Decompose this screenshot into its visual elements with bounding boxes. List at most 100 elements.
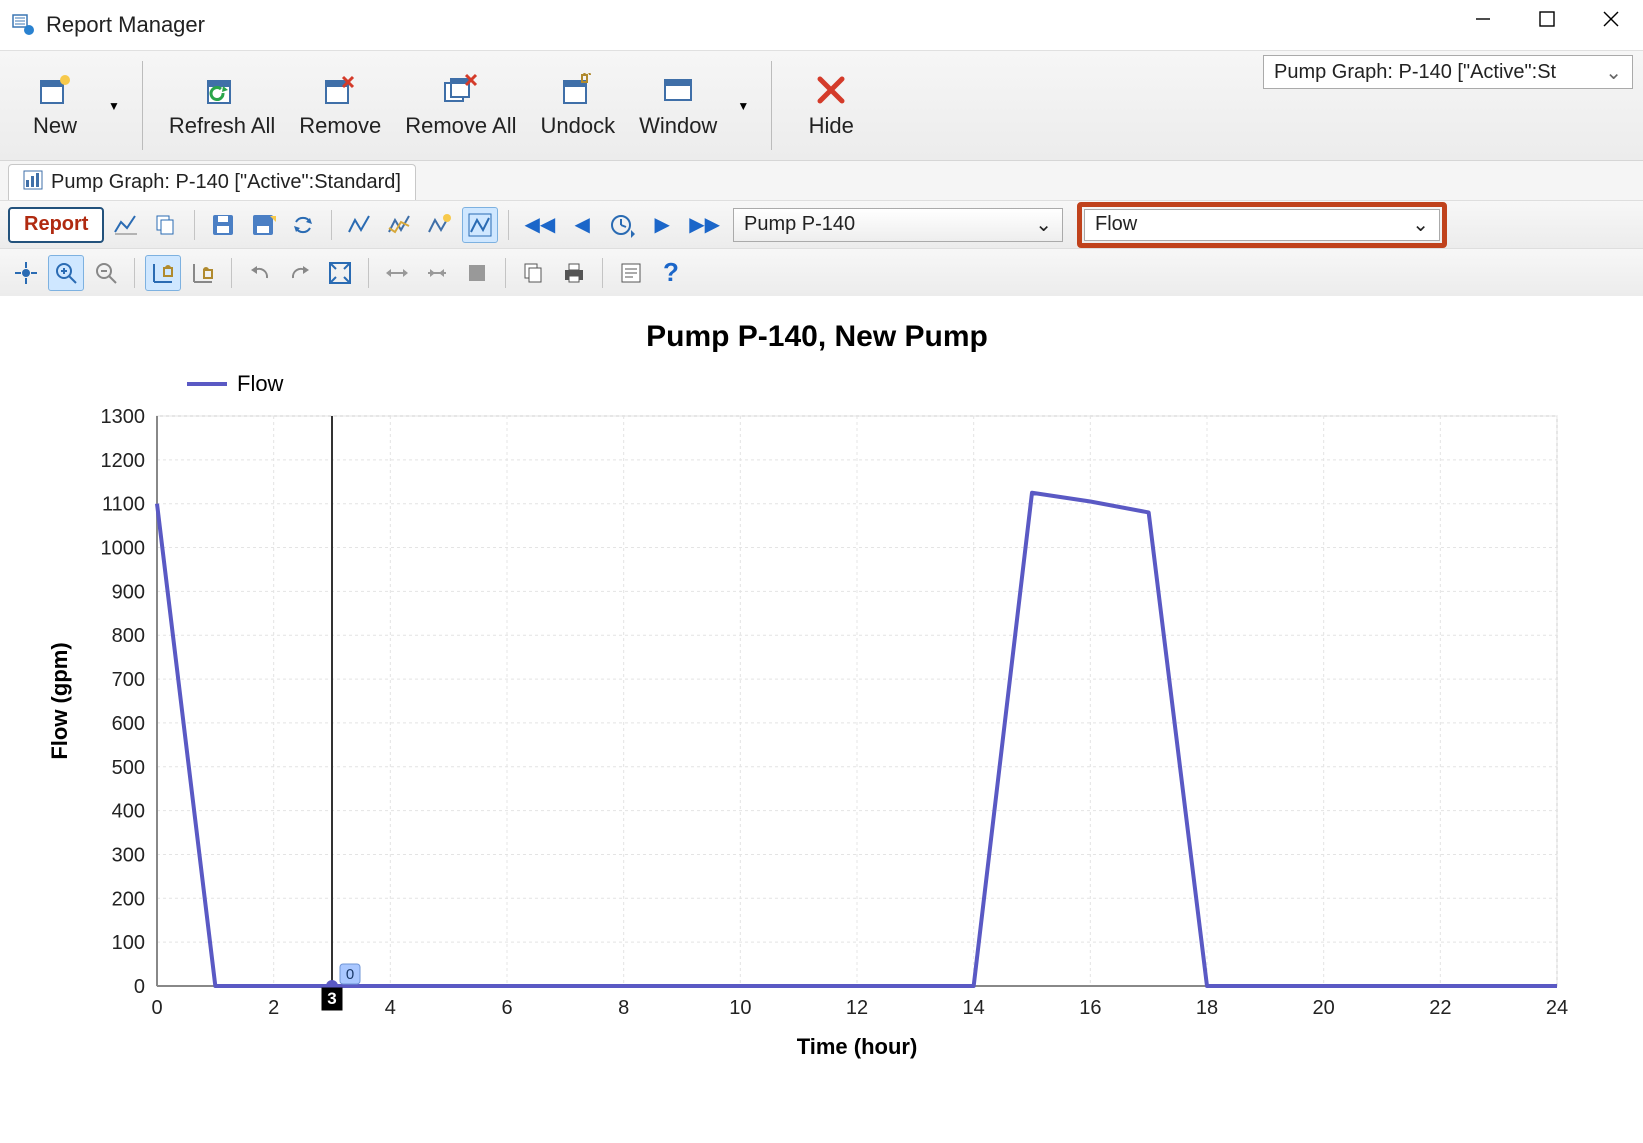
main-toolbar: New ▼ Refresh All Remove Remove All Undo… <box>0 50 1643 160</box>
undock-button[interactable]: Undock <box>528 51 627 160</box>
open-chart-icon[interactable] <box>245 207 281 243</box>
save-chart-icon[interactable] <box>205 207 241 243</box>
window-button-group: Window ▼ <box>627 51 757 160</box>
x-tick: 6 <box>501 997 512 1019</box>
close-button[interactable] <box>1579 0 1643 38</box>
x-tick: 22 <box>1429 997 1451 1019</box>
axis-lock-icon[interactable] <box>145 255 181 291</box>
window-controls <box>1451 0 1643 38</box>
view-selector[interactable]: Pump Graph: P-140 ["Active":St ⌄ <box>1263 55 1633 89</box>
x-tick: 10 <box>729 997 751 1019</box>
toolbar-separator <box>134 258 135 288</box>
fit-icon[interactable] <box>322 255 358 291</box>
x-tick: 8 <box>618 997 629 1019</box>
minimize-button[interactable] <box>1451 0 1515 38</box>
x-tick: 20 <box>1312 997 1334 1019</box>
window-label: Window <box>639 113 717 139</box>
view-selector-label: Pump Graph: P-140 ["Active":St <box>1274 61 1556 84</box>
axis-unlock-icon[interactable] <box>185 255 221 291</box>
parameter-selector-label: Flow <box>1095 213 1137 236</box>
zoom-in-icon[interactable] <box>48 255 84 291</box>
y-tick: 1200 <box>100 450 145 472</box>
y-tick: 0 <box>133 976 144 998</box>
chevron-down-icon: ⌄ <box>1412 212 1429 237</box>
series-4-icon[interactable] <box>462 207 498 243</box>
remove-all-button[interactable]: Remove All <box>393 51 528 160</box>
series-3-icon[interactable] <box>422 207 458 243</box>
x-tick: 24 <box>1545 997 1567 1019</box>
collapse-h-icon[interactable] <box>419 255 455 291</box>
svg-text:3: 3 <box>327 989 336 1008</box>
nav-next-icon[interactable]: ▶ <box>644 207 680 243</box>
nav-prev-icon[interactable]: ◀ <box>564 207 600 243</box>
new-button[interactable]: New <box>10 67 100 145</box>
chart-title: Pump P-140, New Pump <box>646 320 988 353</box>
toolbar-separator <box>331 210 332 240</box>
chevron-down-icon[interactable]: ▼ <box>100 99 128 113</box>
pump-selector-label: Pump P-140 <box>744 213 855 236</box>
graph-toolbar-2: ? <box>0 248 1643 296</box>
toolbar-separator <box>508 210 509 240</box>
svg-text:0: 0 <box>345 966 353 983</box>
hide-label: Hide <box>809 113 854 139</box>
nav-time-icon[interactable] <box>604 207 640 243</box>
nav-first-icon[interactable]: ◀◀ <box>519 207 560 243</box>
y-tick: 800 <box>111 625 144 647</box>
chevron-down-icon: ⌄ <box>1035 212 1052 237</box>
y-tick: 300 <box>111 844 144 866</box>
help-icon[interactable]: ? <box>653 255 689 291</box>
x-tick: 2 <box>268 997 279 1019</box>
toolbar-separator <box>142 61 143 150</box>
print-icon[interactable] <box>556 255 592 291</box>
flow-chart[interactable]: Pump P-140, New PumpFlow0246810121416182… <box>37 306 1597 1066</box>
refresh-all-button[interactable]: Refresh All <box>157 51 287 160</box>
parameter-selector-highlight: Flow ⌄ <box>1077 202 1447 248</box>
x-tick: 18 <box>1195 997 1217 1019</box>
y-tick: 500 <box>111 757 144 779</box>
parameter-selector[interactable]: Flow ⌄ <box>1084 209 1440 241</box>
x-tick: 16 <box>1079 997 1101 1019</box>
chevron-down-icon[interactable]: ▼ <box>729 99 757 113</box>
redo-icon[interactable] <box>282 255 318 291</box>
pan-icon[interactable] <box>8 255 44 291</box>
expand-h-icon[interactable] <box>379 255 415 291</box>
chart-type-icon[interactable] <box>108 207 144 243</box>
hide-button[interactable]: Hide <box>786 51 876 160</box>
y-tick: 100 <box>111 932 144 954</box>
chart-tab-icon <box>23 170 43 196</box>
y-tick: 900 <box>111 581 144 603</box>
zoom-out-icon[interactable] <box>88 255 124 291</box>
pump-selector[interactable]: Pump P-140 ⌄ <box>733 208 1063 242</box>
toolbar-separator <box>368 258 369 288</box>
remove-all-label: Remove All <box>405 113 516 139</box>
report-button[interactable]: Report <box>8 207 104 243</box>
undock-label: Undock <box>540 113 615 139</box>
properties-icon[interactable] <box>613 255 649 291</box>
copy-chart-icon[interactable] <box>148 207 184 243</box>
x-axis-label: Time (hour) <box>796 1034 917 1059</box>
undo-icon[interactable] <box>242 255 278 291</box>
report-label: Report <box>24 213 88 236</box>
y-tick: 600 <box>111 713 144 735</box>
chart-area: Pump P-140, New PumpFlow0246810121416182… <box>0 296 1643 1076</box>
sync-icon[interactable] <box>285 207 321 243</box>
nav-last-icon[interactable]: ▶▶ <box>684 207 725 243</box>
refresh-all-label: Refresh All <box>169 113 275 139</box>
series-1-icon[interactable] <box>342 207 378 243</box>
stop-icon[interactable] <box>459 255 495 291</box>
new-button-label: New <box>33 113 77 139</box>
x-tick: 14 <box>962 997 984 1019</box>
copy-icon[interactable] <box>516 255 552 291</box>
window-title: Report Manager <box>46 12 205 38</box>
toolbar-separator <box>231 258 232 288</box>
chevron-down-icon: ⌄ <box>1605 60 1622 85</box>
tab-pump-graph[interactable]: Pump Graph: P-140 ["Active":Standard] <box>8 164 416 200</box>
x-tick: 12 <box>845 997 867 1019</box>
y-tick: 400 <box>111 801 144 823</box>
maximize-button[interactable] <box>1515 0 1579 38</box>
window-button[interactable]: Window <box>627 67 729 145</box>
y-tick: 700 <box>111 669 144 691</box>
tab-strip: Pump Graph: P-140 ["Active":Standard] <box>0 160 1643 200</box>
series-2-icon[interactable] <box>382 207 418 243</box>
remove-button[interactable]: Remove <box>287 51 393 160</box>
